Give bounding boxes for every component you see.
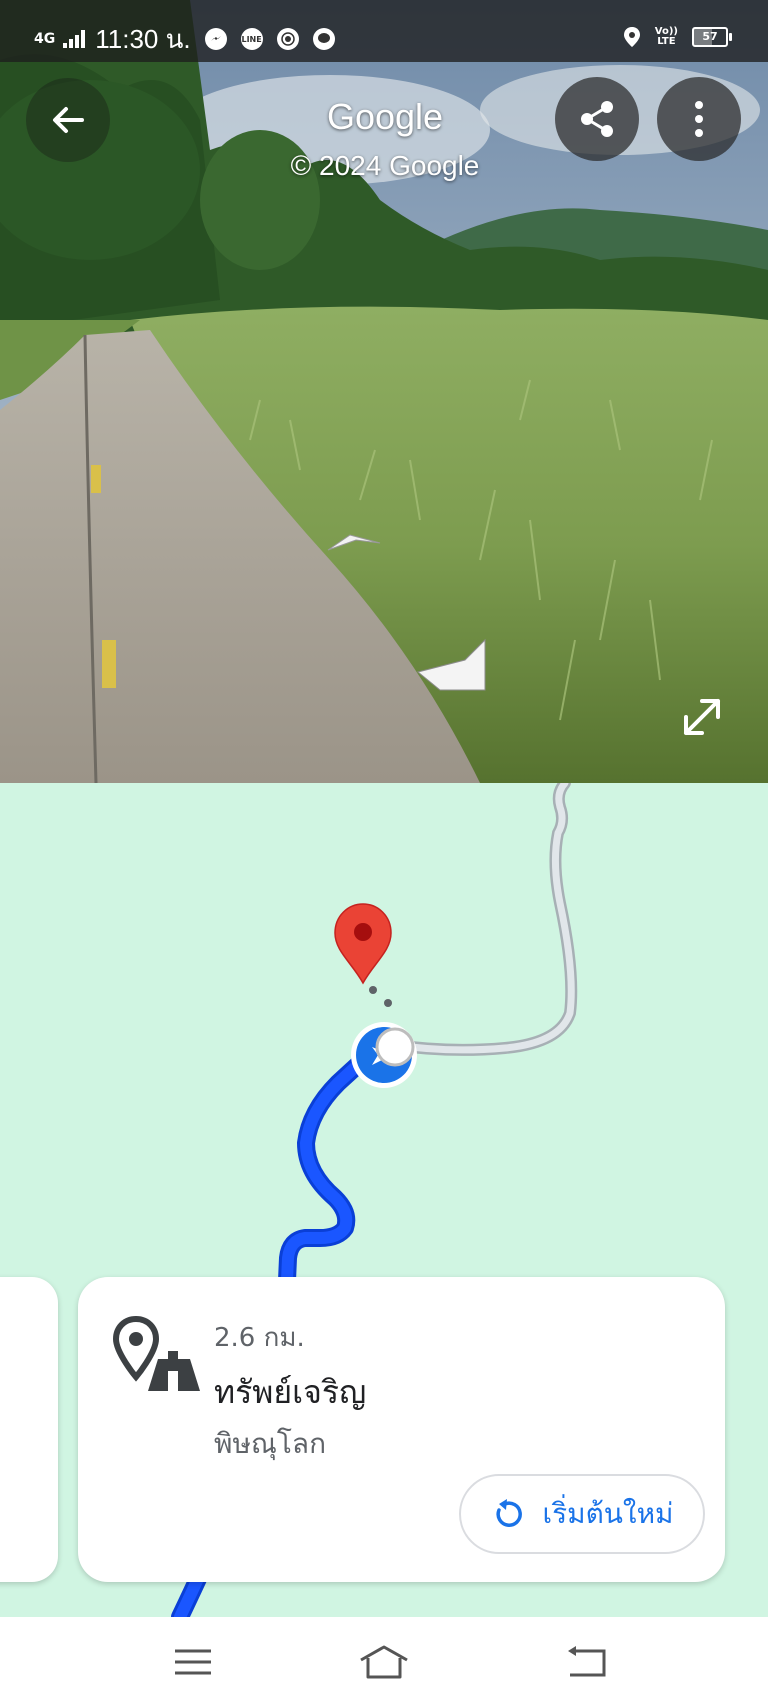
battery-percent: 57 — [702, 30, 718, 43]
network-type: 4G — [34, 31, 56, 47]
expand-icon — [684, 699, 720, 735]
place-name: ทรัพย์เจริญ — [214, 1373, 367, 1411]
volte-icon: Vo)) LTE — [654, 26, 678, 47]
back-arrow-icon — [53, 107, 84, 133]
walking-dot — [384, 999, 392, 1007]
restart-label: เริ่มต้นใหม่ — [542, 1497, 674, 1530]
walking-dot — [369, 986, 377, 994]
expand-button[interactable] — [680, 695, 736, 751]
back-nav-button[interactable] — [556, 1637, 616, 1687]
status-bar: 4G 11:30 น. LINE Vo)) LTE 57 — [0, 0, 768, 62]
signal-icon — [63, 30, 87, 48]
location-icon — [623, 27, 640, 47]
share-icon — [581, 101, 613, 137]
distance-label: 2.6 กม. — [214, 1323, 305, 1353]
back-nav-icon — [568, 1646, 606, 1677]
home-button[interactable] — [354, 1637, 414, 1687]
more-vert-icon — [695, 101, 703, 137]
back-button[interactable] — [26, 78, 110, 162]
restart-icon — [495, 1499, 522, 1527]
restart-button[interactable]: เริ่มต้นใหม่ — [459, 1474, 705, 1554]
recents-button[interactable] — [163, 1637, 223, 1687]
share-button[interactable] — [555, 77, 639, 161]
side-road — [389, 783, 578, 1056]
street-view-image[interactable]: 4G 11:30 น. LINE Vo)) LTE 57 Google © 20… — [0, 0, 768, 783]
line-icon: LINE — [240, 28, 263, 50]
destination-pin-icon[interactable] — [334, 903, 392, 985]
battery-icon: 57 — [692, 27, 732, 47]
place-landmark-icon — [112, 1315, 200, 1391]
place-card[interactable]: 2.6 กม. ทรัพย์เจริญ พิษณุโลก เริ่มต้นใหม… — [78, 1277, 725, 1582]
previous-place-card[interactable] — [0, 1277, 58, 1582]
chrome-icon — [276, 28, 299, 50]
chat-bubble-icon — [312, 28, 335, 50]
place-area: พิษณุโลก — [214, 1427, 327, 1460]
current-location-icon — [351, 1022, 417, 1088]
messenger-icon — [204, 28, 227, 50]
clock-time: 11:30 น. — [95, 24, 191, 54]
more-options-button[interactable] — [657, 77, 741, 161]
menu-lines-icon — [175, 1649, 211, 1675]
street-view-copyright: © 2024 Google — [290, 150, 480, 181]
system-nav-bar — [0, 1617, 768, 1707]
street-view-title: Google — [326, 96, 444, 137]
home-icon — [360, 1645, 408, 1679]
